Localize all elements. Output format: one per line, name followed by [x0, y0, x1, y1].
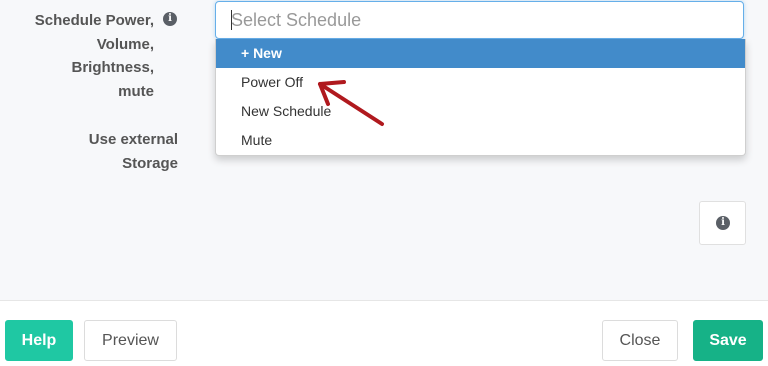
- schedule-power-label: Schedule Power, Volume, Brightness, mute…: [34, 9, 177, 103]
- dropdown-option-mute[interactable]: Mute: [216, 126, 745, 155]
- info-icon: i: [716, 216, 730, 230]
- schedule-label-line: Volume,: [96, 35, 154, 53]
- dropdown-option-power-off[interactable]: Power Off: [216, 68, 745, 97]
- save-button[interactable]: Save: [693, 320, 763, 361]
- footer-divider: [0, 300, 768, 301]
- preview-button[interactable]: Preview: [84, 320, 177, 361]
- dropdown-option-new-schedule[interactable]: New Schedule: [216, 97, 745, 126]
- help-button[interactable]: Help: [5, 320, 73, 361]
- dropdown-option-new[interactable]: + New: [216, 39, 745, 68]
- use-external-storage-label: Use external Storage: [89, 128, 178, 175]
- info-button[interactable]: i: [699, 201, 746, 245]
- close-button[interactable]: Close: [602, 320, 678, 361]
- schedule-dropdown: + New Power Off New Schedule Mute: [215, 39, 746, 156]
- info-icon[interactable]: i: [163, 12, 177, 26]
- schedule-label-line: Brightness,: [71, 59, 154, 76]
- schedule-select[interactable]: [215, 1, 744, 39]
- red-arrow-icon: [318, 80, 384, 126]
- schedule-label-line: mute: [118, 82, 154, 100]
- schedule-search-input[interactable]: [231, 2, 731, 38]
- storage-label-line: Storage: [122, 154, 178, 172]
- form-area: Schedule Power, Volume, Brightness, mute…: [0, 0, 768, 300]
- text-caret: [231, 10, 232, 30]
- schedule-label-line: Schedule Power,: [34, 12, 154, 29]
- storage-label-line: Use external: [88, 131, 178, 148]
